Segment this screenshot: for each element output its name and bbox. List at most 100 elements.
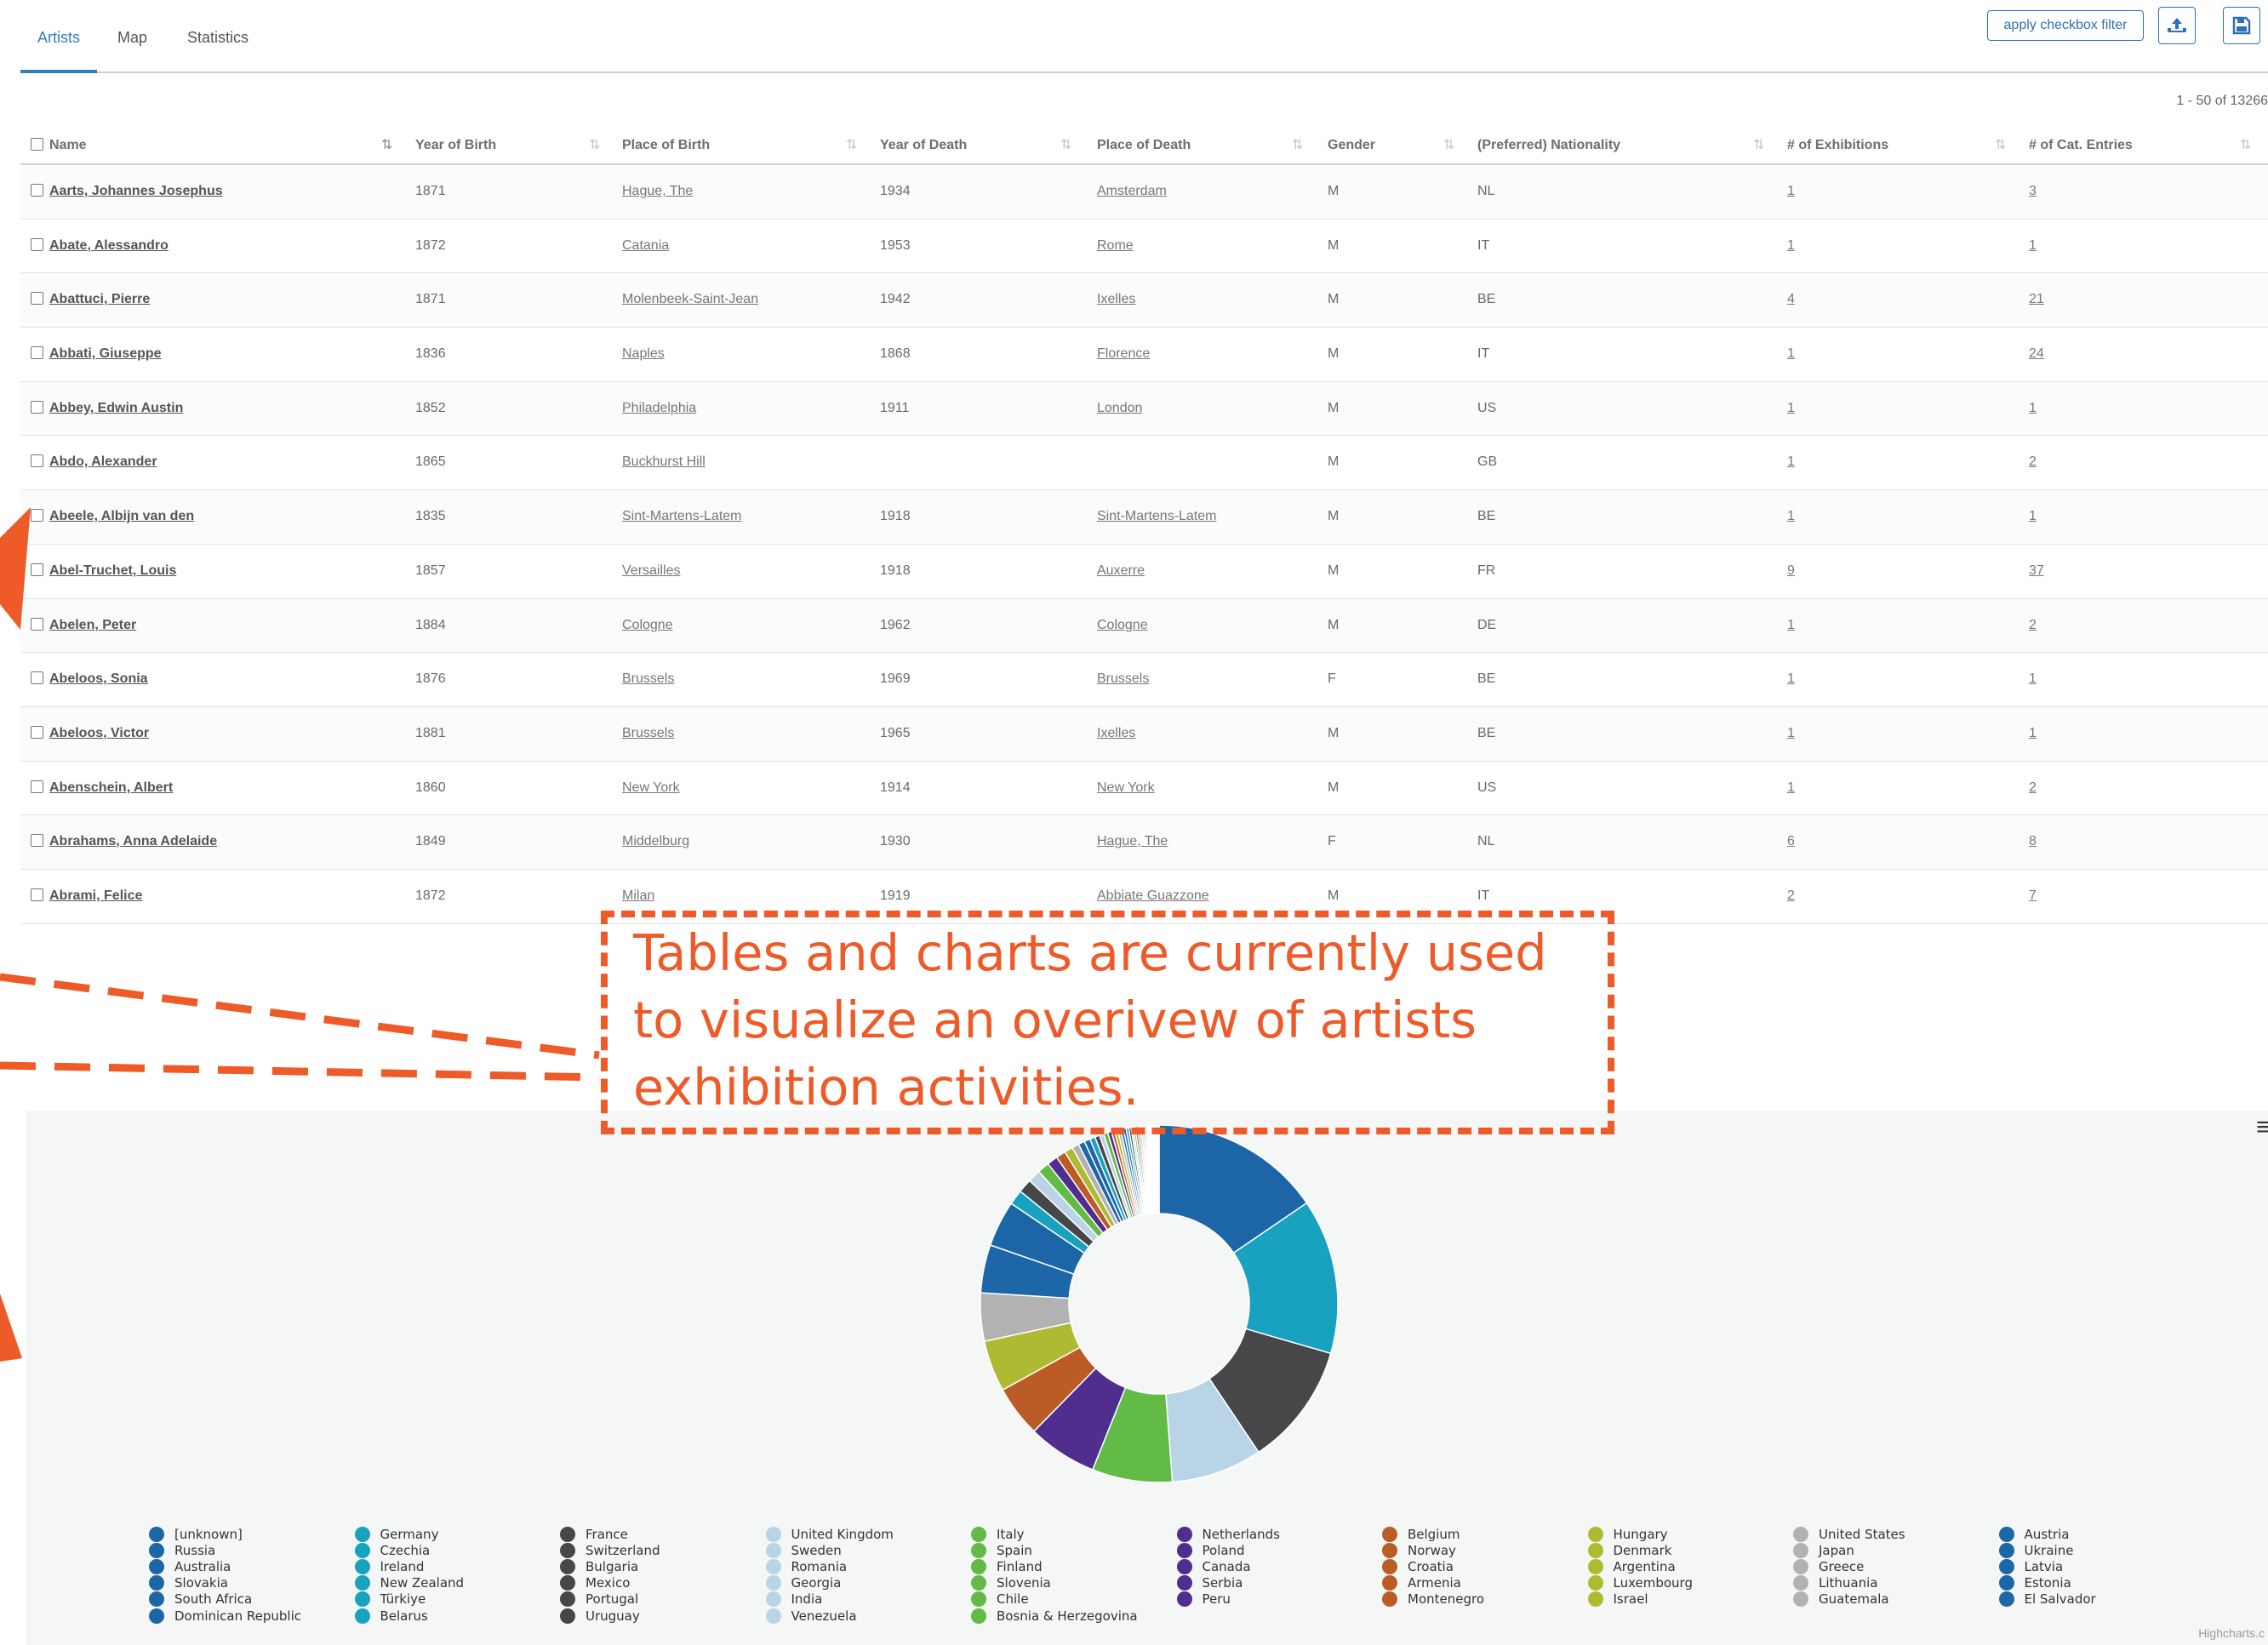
- artist-name-link[interactable]: Abel-Truchet, Louis: [49, 563, 176, 579]
- column-header-name[interactable]: Name: [49, 138, 87, 153]
- cell-place-of-birth-link[interactable]: Cologne: [622, 618, 673, 633]
- cell-place-of-death-link[interactable]: Ixelles: [1097, 292, 1135, 307]
- cell-exhibitions-link[interactable]: 2: [1787, 888, 1795, 904]
- legend-item[interactable]: Switzerland: [560, 1542, 660, 1558]
- cell-place-of-death-link[interactable]: Hague, The: [1097, 834, 1168, 849]
- sort-icon[interactable]: ⇅: [589, 136, 601, 153]
- legend-item[interactable]: Norway: [1382, 1542, 1456, 1558]
- row-checkbox[interactable]: [31, 563, 43, 576]
- cell-cat-entries-link[interactable]: 24: [2029, 346, 2044, 362]
- row-checkbox[interactable]: [31, 671, 43, 685]
- legend-item[interactable]: Germany: [354, 1526, 438, 1542]
- cell-exhibitions-link[interactable]: 1: [1787, 726, 1795, 741]
- legend-item[interactable]: Canada: [1176, 1558, 1251, 1574]
- legend-item[interactable]: New Zealand: [354, 1575, 464, 1591]
- cell-exhibitions-link[interactable]: 1: [1787, 780, 1795, 796]
- legend-item[interactable]: Russia: [149, 1542, 215, 1558]
- legend-item[interactable]: Japan: [1793, 1542, 1854, 1558]
- cell-place-of-birth-link[interactable]: Milan: [622, 888, 654, 904]
- cell-place-of-birth-link[interactable]: Molenbeek-Saint-Jean: [622, 292, 758, 307]
- column-header-exhibitions[interactable]: # of Exhibitions: [1787, 138, 1888, 153]
- chart-credits[interactable]: Highcharts.c: [2198, 1626, 2265, 1640]
- legend-item[interactable]: Australia: [149, 1558, 231, 1574]
- cell-place-of-birth-link[interactable]: Philadelphia: [622, 401, 696, 416]
- legend-item[interactable]: United Kingdom: [765, 1526, 894, 1542]
- donut-slice-bosnia-herzegovina[interactable]: [1157, 1124, 1160, 1214]
- row-checkbox[interactable]: [31, 184, 43, 197]
- cell-cat-entries-link[interactable]: 21: [2029, 292, 2044, 307]
- legend-item[interactable]: Serbia: [1176, 1575, 1243, 1591]
- legend-item[interactable]: Slovakia: [149, 1575, 228, 1591]
- cell-place-of-birth-link[interactable]: Sint-Martens-Latem: [622, 509, 742, 524]
- legend-item[interactable]: Poland: [1176, 1542, 1245, 1558]
- legend-item[interactable]: Greece: [1793, 1558, 1864, 1574]
- cell-cat-entries-link[interactable]: 1: [2029, 401, 2037, 416]
- cell-place-of-death-link[interactable]: Auxerre: [1097, 563, 1145, 579]
- tab-map[interactable]: Map: [117, 29, 147, 47]
- artist-name-link[interactable]: Abate, Alessandro: [49, 238, 169, 254]
- sort-icon[interactable]: ⇅: [381, 136, 393, 153]
- cell-exhibitions-link[interactable]: 1: [1787, 671, 1795, 687]
- artist-name-link[interactable]: Abrahams, Anna Adelaide: [49, 834, 217, 849]
- artist-name-link[interactable]: Abbey, Edwin Austin: [49, 401, 183, 416]
- cell-exhibitions-link[interactable]: 9: [1787, 563, 1795, 579]
- legend-item[interactable]: Sweden: [765, 1542, 842, 1558]
- cell-exhibitions-link[interactable]: 4: [1787, 292, 1795, 307]
- cell-cat-entries-link[interactable]: 2: [2029, 454, 2037, 470]
- legend-item[interactable]: Bosnia & Herzegovina: [971, 1608, 1138, 1624]
- column-header-place-of-death[interactable]: Place of Death: [1097, 138, 1191, 153]
- legend-item[interactable]: Italy: [971, 1526, 1025, 1542]
- cell-place-of-death-link[interactable]: Brussels: [1097, 671, 1149, 687]
- artist-name-link[interactable]: Abenschein, Albert: [49, 780, 173, 796]
- cell-exhibitions-link[interactable]: 1: [1787, 238, 1795, 254]
- legend-item[interactable]: Czechia: [354, 1542, 430, 1558]
- cell-exhibitions-link[interactable]: 1: [1787, 509, 1795, 524]
- column-header-year-of-death[interactable]: Year of Death: [880, 138, 967, 153]
- legend-item[interactable]: Portugal: [560, 1591, 638, 1608]
- sort-icon[interactable]: ⇅: [1753, 136, 1765, 153]
- artist-name-link[interactable]: Abelen, Peter: [49, 618, 136, 633]
- legend-item[interactable]: Belarus: [354, 1608, 428, 1624]
- cell-exhibitions-link[interactable]: 1: [1787, 454, 1795, 470]
- cell-exhibitions-link[interactable]: 1: [1787, 346, 1795, 362]
- cell-place-of-death-link[interactable]: New York: [1097, 780, 1155, 796]
- legend-item[interactable]: Armenia: [1382, 1575, 1461, 1591]
- sort-icon[interactable]: ⇅: [846, 136, 858, 153]
- column-header-gender[interactable]: Gender: [1328, 138, 1375, 153]
- legend-item[interactable]: [unknown]: [149, 1526, 243, 1542]
- legend-item[interactable]: Lithuania: [1793, 1575, 1877, 1591]
- cell-cat-entries-link[interactable]: 1: [2029, 509, 2037, 524]
- artist-name-link[interactable]: Abbati, Giuseppe: [49, 346, 162, 362]
- legend-item[interactable]: Latvia: [1998, 1558, 2063, 1574]
- legend-item[interactable]: Belgium: [1382, 1526, 1460, 1542]
- cell-place-of-death-link[interactable]: Cologne: [1097, 618, 1148, 633]
- legend-item[interactable]: France: [560, 1526, 628, 1542]
- tab-statistics[interactable]: Statistics: [187, 29, 249, 47]
- cell-place-of-birth-link[interactable]: Buckhurst Hill: [622, 454, 706, 470]
- column-header-place-of-birth[interactable]: Place of Birth: [622, 138, 710, 153]
- legend-item[interactable]: India: [765, 1591, 822, 1608]
- select-all-checkbox[interactable]: [31, 138, 43, 151]
- artist-name-link[interactable]: Abeloos, Sonia: [49, 671, 148, 687]
- artist-name-link[interactable]: Abeloos, Victor: [49, 726, 149, 741]
- cell-place-of-death-link[interactable]: Rome: [1097, 238, 1134, 254]
- legend-item[interactable]: Austria: [1998, 1526, 2070, 1542]
- cell-place-of-birth-link[interactable]: Hague, The: [622, 184, 693, 199]
- legend-item[interactable]: Argentina: [1587, 1558, 1676, 1574]
- artist-name-link[interactable]: Aarts, Johannes Josephus: [49, 184, 223, 199]
- column-header-year-of-birth[interactable]: Year of Birth: [415, 138, 496, 153]
- hamburger-menu-icon[interactable]: ≡: [2256, 1115, 2268, 1140]
- artist-name-link[interactable]: Abdo, Alexander: [49, 454, 157, 470]
- row-checkbox[interactable]: [31, 509, 43, 523]
- cell-cat-entries-link[interactable]: 37: [2029, 563, 2044, 579]
- sort-icon[interactable]: ⇅: [1995, 136, 2007, 153]
- row-checkbox[interactable]: [31, 834, 43, 848]
- apply-checkbox-filter-button[interactable]: apply checkbox filter: [1987, 10, 2144, 41]
- legend-item[interactable]: South Africa: [149, 1591, 252, 1608]
- cell-place-of-death-link[interactable]: London: [1097, 401, 1142, 416]
- tab-artists[interactable]: Artists: [37, 29, 80, 47]
- upload-button[interactable]: [2158, 7, 2196, 44]
- row-checkbox[interactable]: [31, 237, 43, 251]
- cell-place-of-birth-link[interactable]: Middelburg: [622, 834, 689, 849]
- cell-cat-entries-link[interactable]: 1: [2029, 671, 2037, 687]
